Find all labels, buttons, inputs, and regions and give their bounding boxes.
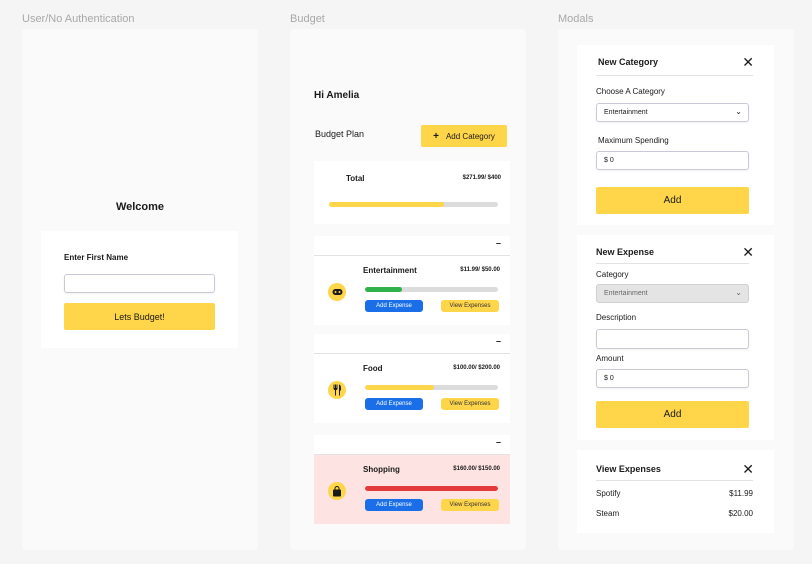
gamepad-icon [332, 289, 342, 295]
category-amount: $100.00/ $200.00 [453, 365, 500, 371]
lets-budget-button[interactable]: Lets Budget! [64, 303, 215, 330]
first-name-input[interactable] [64, 274, 215, 293]
expense-category-select[interactable]: Entertainment ⌄ [596, 284, 749, 303]
expense-amount: $11.99 [729, 489, 753, 498]
expense-row: Spotify $11.99 [596, 489, 753, 503]
expense-name: Spotify [596, 489, 621, 498]
total-amount: $271.99/ $400 [462, 175, 501, 181]
collapse-icon[interactable]: – [496, 238, 501, 248]
view-expenses-title: View Expenses [596, 464, 661, 474]
category-progress-bar [365, 287, 498, 292]
total-progress-bar [329, 202, 498, 207]
close-icon[interactable]: ✕ [742, 245, 754, 259]
total-progress-fill [329, 202, 444, 207]
view-expenses-button[interactable]: View Expenses [441, 300, 499, 312]
greeting: Hi Amelia [314, 90, 360, 101]
max-spending-label: Maximum Spending [598, 136, 669, 145]
choose-category-label: Choose A Category [596, 87, 665, 96]
category-amount: $160.00/ $150.00 [453, 466, 500, 472]
frame-label-modals: Modals [558, 13, 594, 25]
close-icon[interactable]: ✕ [742, 55, 754, 69]
add-expense-button[interactable]: Add Expense [365, 398, 423, 410]
frame-label-budget: Budget [290, 13, 325, 25]
description-label: Description [596, 313, 637, 322]
description-input[interactable] [596, 329, 749, 349]
category-name: Shopping [363, 465, 400, 474]
view-expenses-button[interactable]: View Expenses [441, 398, 499, 410]
category-progress-bar [365, 385, 498, 390]
category-card: Shopping $160.00/ $150.00 Add Expense Vi… [314, 455, 510, 524]
category-progress-bar [365, 486, 498, 491]
chevron-down-icon: ⌄ [735, 288, 742, 297]
add-category-button[interactable]: + Add Category [421, 125, 507, 147]
expense-category-label: Category [596, 270, 629, 279]
choose-category-value: Entertainment [604, 109, 648, 116]
new-expense-modal: New Expense ✕ Category Entertainment ⌄ D… [577, 235, 774, 440]
expense-row: Steam $20.00 [596, 509, 753, 523]
welcome-title: Welcome [115, 201, 165, 213]
view-expenses-modal: View Expenses ✕ Spotify $11.99 Steam $20.00 [577, 450, 774, 533]
category-progress-fill [365, 385, 435, 390]
auth-card: Enter First Name Lets Budget! [41, 231, 238, 348]
add-expense-submit-button[interactable]: Add [596, 401, 749, 428]
amount-label: Amount [596, 354, 624, 363]
view-expenses-button[interactable]: View Expenses [441, 499, 499, 511]
expense-category-value: Entertainment [604, 290, 648, 297]
category-progress-fill [365, 287, 403, 292]
category-amount: $11.99/ $50.00 [460, 267, 500, 273]
budget-plan-title: Budget Plan [315, 129, 365, 139]
close-icon[interactable]: ✕ [742, 462, 754, 476]
expense-name: Steam [596, 509, 620, 518]
add-category-label: Add Category [445, 131, 495, 141]
category-name: Food [363, 364, 383, 373]
new-expense-title: New Expense [596, 247, 655, 257]
new-category-title: New Category [598, 57, 659, 67]
utensils-icon [333, 384, 341, 396]
category-icon [328, 381, 346, 399]
category-name: Entertainment [363, 266, 417, 275]
collapse-icon[interactable]: – [496, 437, 501, 447]
total-label: Total [346, 174, 365, 183]
modal-divider [596, 480, 753, 481]
category-header: – [314, 334, 510, 353]
category-header: – [314, 435, 510, 454]
category-card: Entertainment $11.99/ $50.00 Add Expense… [314, 256, 510, 325]
shopping-bag-icon [333, 485, 341, 496]
add-category-submit-button[interactable]: Add [596, 187, 749, 214]
category-icon [328, 283, 346, 301]
category-card: Food $100.00/ $200.00 Add Expense View E… [314, 354, 510, 423]
category-progress-fill [365, 486, 498, 491]
collapse-icon[interactable]: – [496, 336, 501, 346]
modal-divider [596, 263, 749, 264]
max-spending-input[interactable]: $ 0 [596, 151, 749, 170]
frame-label-auth: User/No Authentication [22, 13, 135, 25]
add-expense-button[interactable]: Add Expense [365, 499, 423, 511]
plus-icon: + [433, 130, 439, 142]
budget-frame: Hi Amelia Budget Plan + Add Category Tot… [290, 29, 526, 550]
modal-divider [596, 75, 753, 76]
choose-category-select[interactable]: Entertainment ⌄ [596, 103, 749, 122]
amount-input[interactable]: $ 0 [596, 369, 749, 388]
first-name-label: Enter First Name [64, 253, 129, 262]
new-category-modal: New Category ✕ Choose A Category Enterta… [577, 45, 774, 225]
category-icon [328, 482, 346, 500]
category-header: – [314, 236, 510, 255]
total-card: Total $271.99/ $400 [314, 161, 510, 224]
chevron-down-icon: ⌄ [735, 107, 742, 116]
auth-frame: Welcome Enter First Name Lets Budget! [22, 29, 258, 550]
add-expense-button[interactable]: Add Expense [365, 300, 423, 312]
modals-frame: New Category ✕ Choose A Category Enterta… [558, 29, 794, 550]
expense-amount: $20.00 [728, 509, 753, 518]
